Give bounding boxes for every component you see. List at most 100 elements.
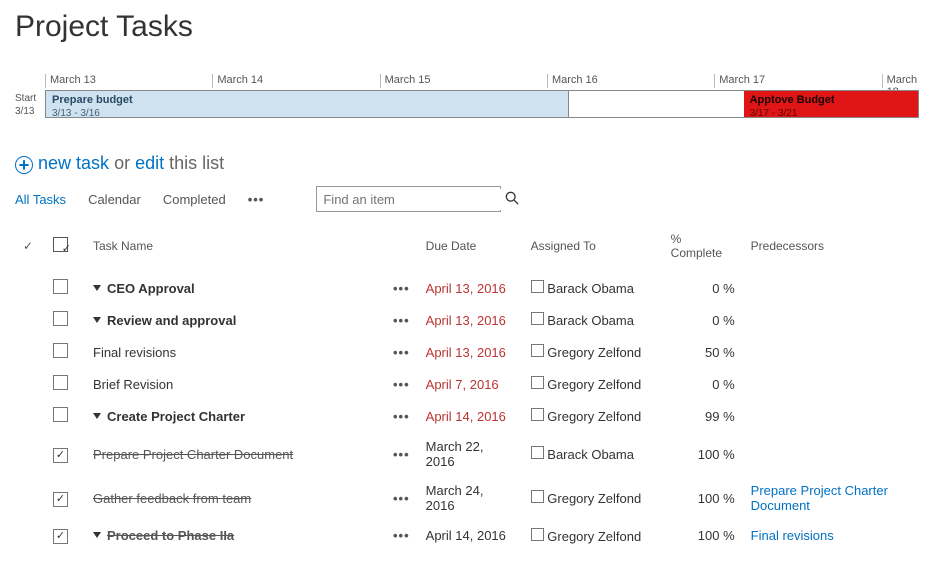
row-more-icon[interactable]: ••• bbox=[385, 336, 418, 368]
col-complete-header[interactable] bbox=[45, 226, 85, 272]
due-date-value: April 13, 2016 bbox=[418, 304, 523, 336]
table-row[interactable]: Review and approval •••April 13, 2016 Bar… bbox=[15, 304, 919, 336]
collapse-icon[interactable] bbox=[93, 285, 101, 291]
assignee-checkbox[interactable] bbox=[531, 408, 544, 421]
row-more-icon[interactable]: ••• bbox=[385, 272, 418, 304]
pct-complete-value: 50 % bbox=[663, 336, 743, 368]
assignee-checkbox[interactable] bbox=[531, 376, 544, 389]
task-name-label[interactable]: Gather feedback from team bbox=[93, 491, 251, 506]
predecessor-link[interactable]: Final revisions bbox=[751, 528, 834, 543]
timeline-start-label bbox=[15, 74, 45, 90]
new-task-link[interactable]: new task bbox=[38, 153, 109, 173]
due-date-value: April 7, 2016 bbox=[418, 368, 523, 400]
due-date-value: April 13, 2016 bbox=[418, 336, 523, 368]
collapse-icon[interactable] bbox=[93, 317, 101, 323]
view-completed[interactable]: Completed bbox=[163, 192, 226, 207]
task-name-label[interactable]: Brief Revision bbox=[93, 377, 173, 392]
timeline-date: March 15 bbox=[380, 74, 547, 88]
row-more-icon[interactable]: ••• bbox=[385, 432, 418, 476]
assigned-to-value[interactable]: Barack Obama bbox=[544, 447, 634, 462]
checkbox-icon bbox=[53, 237, 68, 252]
view-calendar[interactable]: Calendar bbox=[88, 192, 141, 207]
assignee-checkbox[interactable] bbox=[531, 312, 544, 325]
col-pct-complete[interactable]: % Complete bbox=[663, 226, 743, 272]
due-date-value: April 14, 2016 bbox=[418, 520, 523, 551]
this-list-label: this list bbox=[169, 153, 224, 173]
assignee-checkbox[interactable] bbox=[531, 280, 544, 293]
col-due-date[interactable]: Due Date bbox=[418, 226, 523, 272]
pct-complete-value: 99 % bbox=[663, 400, 743, 432]
row-more-icon[interactable]: ••• bbox=[385, 368, 418, 400]
assignee-checkbox[interactable] bbox=[531, 446, 544, 459]
add-icon[interactable]: + bbox=[15, 156, 33, 174]
more-views-icon[interactable]: ••• bbox=[248, 192, 265, 207]
table-row[interactable]: ✓ Proceed to Phase IIa •••April 14, 2016 G… bbox=[15, 520, 919, 551]
row-checkbox[interactable]: ✓ bbox=[53, 529, 68, 544]
row-more-icon[interactable]: ••• bbox=[385, 304, 418, 336]
timeline-track[interactable]: Prepare budget 3/13 - 3/16 Apptove Budge… bbox=[45, 90, 919, 118]
row-checkbox[interactable] bbox=[53, 311, 68, 326]
table-row[interactable]: Create Project Charter•••April 14, 2016 … bbox=[15, 400, 919, 432]
due-date-value: April 13, 2016 bbox=[418, 272, 523, 304]
assignee-checkbox[interactable] bbox=[531, 490, 544, 503]
assigned-to-value[interactable]: Gregory Zelfond bbox=[544, 377, 642, 392]
row-checkbox[interactable] bbox=[53, 343, 68, 358]
row-checkbox[interactable]: ✓ bbox=[53, 492, 68, 507]
row-checkbox[interactable] bbox=[53, 407, 68, 422]
assignee-checkbox[interactable] bbox=[531, 344, 544, 357]
task-name-label[interactable]: Create Project Charter bbox=[107, 409, 245, 424]
due-date-value: March 24, 2016 bbox=[418, 476, 523, 520]
new-task-row: + new task or edit this list bbox=[15, 153, 919, 174]
timeline-bar-prepare-budget[interactable]: Prepare budget 3/13 - 3/16 bbox=[46, 91, 569, 117]
timeline-bar-approve-budget[interactable]: Apptove Budget 3/17 - 3/21 bbox=[744, 91, 918, 117]
collapse-icon[interactable] bbox=[93, 532, 101, 538]
task-name-label[interactable]: Final revisions bbox=[93, 345, 176, 360]
pct-complete-value: 100 % bbox=[663, 432, 743, 476]
table-row[interactable]: Brief Revision •••April 7, 2016 Gregory Z… bbox=[15, 368, 919, 400]
row-checkbox[interactable]: ✓ bbox=[53, 448, 68, 463]
due-date-value: April 14, 2016 bbox=[418, 400, 523, 432]
table-row[interactable]: ✓Prepare Project Charter Document•••Marc… bbox=[15, 432, 919, 476]
task-name-label[interactable]: Review and approval bbox=[107, 313, 236, 328]
task-name-label[interactable]: Proceed to Phase IIa bbox=[107, 528, 234, 543]
collapse-icon[interactable] bbox=[93, 413, 101, 419]
assigned-to-value[interactable]: Barack Obama bbox=[544, 281, 634, 296]
row-checkbox[interactable] bbox=[53, 375, 68, 390]
assignee-checkbox[interactable] bbox=[531, 528, 544, 541]
col-task-name[interactable]: Task Name bbox=[85, 226, 385, 272]
col-predecessors[interactable]: Predecessors bbox=[743, 226, 919, 272]
timeline-date: March 17 bbox=[714, 74, 881, 88]
assigned-to-value[interactable]: Gregory Zelfond bbox=[544, 491, 642, 506]
predecessor-link[interactable]: Prepare Project Charter Document bbox=[751, 483, 888, 513]
table-row[interactable]: Final revisions •••April 13, 2016 Gregory… bbox=[15, 336, 919, 368]
row-more-icon[interactable]: ••• bbox=[385, 520, 418, 551]
assigned-to-value[interactable]: Gregory Zelfond bbox=[544, 409, 642, 424]
table-row[interactable]: CEO Approval •••April 13, 2016 Barack Oba… bbox=[15, 272, 919, 304]
pct-complete-value: 0 % bbox=[663, 304, 743, 336]
row-more-icon[interactable]: ••• bbox=[385, 476, 418, 520]
assigned-to-value[interactable]: Gregory Zelfond bbox=[544, 529, 642, 544]
search-input[interactable] bbox=[317, 189, 505, 210]
task-table: Task Name Due Date Assigned To % Complet… bbox=[15, 226, 919, 551]
timeline-date: March 13 bbox=[45, 74, 212, 88]
search-icon[interactable] bbox=[505, 191, 519, 208]
search-box[interactable] bbox=[316, 186, 501, 212]
timeline: March 13 March 14 March 15 March 16 Marc… bbox=[15, 74, 919, 118]
check-icon bbox=[23, 239, 33, 253]
task-name-label[interactable]: CEO Approval bbox=[107, 281, 195, 296]
assigned-to-value[interactable]: Gregory Zelfond bbox=[544, 345, 642, 360]
view-all-tasks[interactable]: All Tasks bbox=[15, 192, 66, 207]
pct-complete-value: 100 % bbox=[663, 476, 743, 520]
assigned-to-value[interactable]: Barack Obama bbox=[544, 313, 634, 328]
col-select-header[interactable] bbox=[15, 226, 45, 272]
task-name-label[interactable]: Prepare Project Charter Document bbox=[93, 447, 293, 462]
row-more-icon[interactable]: ••• bbox=[385, 400, 418, 432]
table-row[interactable]: ✓ Gather feedback from team •••March 24, 2… bbox=[15, 476, 919, 520]
row-checkbox[interactable] bbox=[53, 279, 68, 294]
col-assigned-to[interactable]: Assigned To bbox=[523, 226, 663, 272]
timeline-date: March 14 bbox=[212, 74, 379, 88]
edit-link[interactable]: edit bbox=[135, 153, 164, 173]
pct-complete-value: 100 % bbox=[663, 520, 743, 551]
or-label: or bbox=[114, 153, 130, 173]
page-title: Project Tasks bbox=[15, 10, 919, 44]
